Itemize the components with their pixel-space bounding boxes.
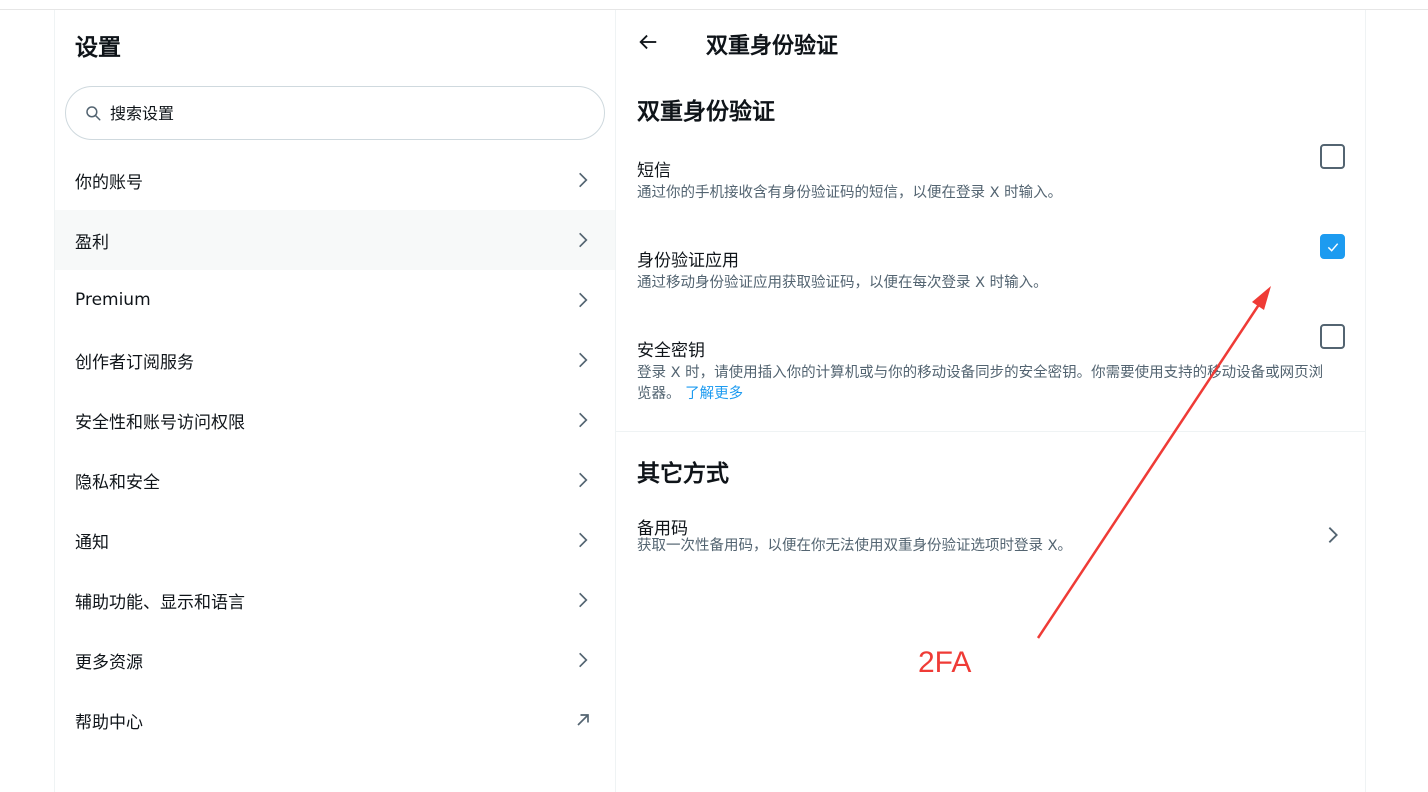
menu-item-label: 隐私和安全 xyxy=(75,472,160,493)
settings-column: 设置 你的账号 盈利 Premium 创作者订阅服务 安全性和账号访问权限 隐私… xyxy=(55,10,615,792)
search-icon xyxy=(86,106,101,121)
menu-item-premium[interactable]: Premium xyxy=(55,270,615,330)
menu-item-notifications[interactable]: 通知 xyxy=(55,510,615,570)
option-desc: 获取一次性备用码，以便在你无法使用双重身份验证选项时登录 X。 xyxy=(637,538,1073,554)
option-label: 短信 xyxy=(637,161,671,181)
section-title-2fa: 双重身份验证 xyxy=(637,99,775,125)
menu-item-label: 盈利 xyxy=(75,232,109,253)
menu-item-privacy-safety[interactable]: 隐私和安全 xyxy=(55,450,615,510)
chevron-right-icon xyxy=(579,292,588,308)
option-label: 安全密钥 xyxy=(637,341,705,361)
option-desc: 通过你的手机接收含有身份验证码的短信，以便在登录 X 时输入。 xyxy=(637,185,1063,201)
chevron-right-icon xyxy=(579,172,588,188)
menu-item-label: 更多资源 xyxy=(75,652,143,673)
detail-header: 双重身份验证 xyxy=(616,10,1365,74)
security-key-checkbox[interactable] xyxy=(1320,324,1345,349)
menu-item-label: 你的账号 xyxy=(75,172,143,193)
detail-title: 双重身份验证 xyxy=(706,34,839,59)
menu-item-label: 帮助中心 xyxy=(75,712,143,733)
chevron-right-icon xyxy=(579,472,588,488)
detail-column: 双重身份验证 双重身份验证 短信 通过你的手机接收含有身份验证码的短信，以便在登… xyxy=(616,10,1365,792)
menu-item-creator-subscriptions[interactable]: 创作者订阅服务 xyxy=(55,330,615,390)
settings-menu: 你的账号 盈利 Premium 创作者订阅服务 安全性和账号访问权限 隐私和安全… xyxy=(55,150,615,750)
chevron-right-icon xyxy=(579,652,588,668)
external-link-icon xyxy=(577,714,589,726)
section-title-other: 其它方式 xyxy=(637,461,729,487)
sms-checkbox[interactable] xyxy=(1320,144,1345,169)
learn-more-link[interactable]: 了解更多 xyxy=(685,386,743,402)
check-icon xyxy=(1327,242,1338,252)
menu-item-label: Premium xyxy=(75,290,151,310)
menu-item-account[interactable]: 你的账号 xyxy=(55,150,615,210)
option-label: 身份验证应用 xyxy=(637,251,739,271)
menu-item-monetization[interactable]: 盈利 xyxy=(55,210,615,270)
chevron-right-icon[interactable] xyxy=(1322,524,1344,546)
settings-title: 设置 xyxy=(75,35,121,61)
chevron-right-icon xyxy=(579,352,588,368)
chevron-right-icon xyxy=(579,412,588,428)
auth-app-checkbox[interactable] xyxy=(1320,234,1345,259)
option-desc: 登录 X 时，请使用插入你的计算机或与你的移动设备同步的安全密钥。你需要使用支持… xyxy=(637,363,1337,405)
search-input[interactable] xyxy=(110,103,550,123)
option-desc: 通过移动身份验证应用获取验证码，以便在每次登录 X 时输入。 xyxy=(637,275,1048,291)
chevron-right-icon xyxy=(579,232,588,248)
section-divider xyxy=(616,431,1365,432)
annotation-label: 2FA xyxy=(918,646,972,679)
top-border xyxy=(0,0,1428,10)
back-arrow-icon xyxy=(639,34,657,50)
menu-item-help-center[interactable]: 帮助中心 xyxy=(55,690,615,750)
right-gutter-divider xyxy=(1365,10,1366,792)
menu-item-security-access[interactable]: 安全性和账号访问权限 xyxy=(55,390,615,450)
chevron-right-icon xyxy=(579,592,588,608)
chevron-right-icon xyxy=(579,532,588,548)
menu-item-label: 通知 xyxy=(75,532,109,553)
menu-item-label: 辅助功能、显示和语言 xyxy=(75,592,245,613)
menu-item-more-resources[interactable]: 更多资源 xyxy=(55,630,615,690)
search-box[interactable] xyxy=(65,86,605,140)
menu-item-label: 安全性和账号访问权限 xyxy=(75,412,245,433)
back-button[interactable] xyxy=(634,28,662,56)
menu-item-accessibility[interactable]: 辅助功能、显示和语言 xyxy=(55,570,615,630)
menu-item-label: 创作者订阅服务 xyxy=(75,352,194,373)
